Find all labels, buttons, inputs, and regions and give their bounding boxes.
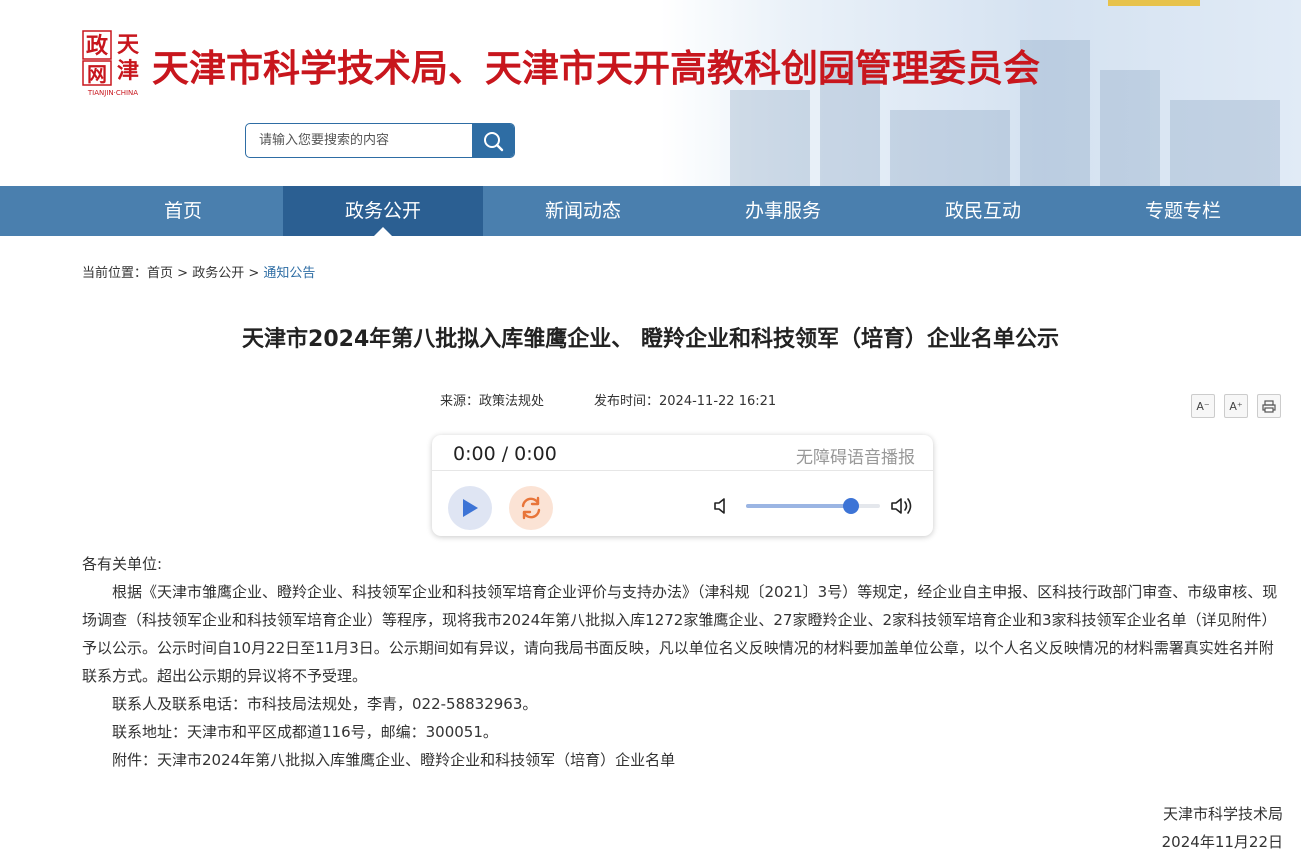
site-header: 政 网 天 津 TIANJIN·CHINA 天津市科学技术局、天津市天开高教科创… (0, 0, 1301, 186)
volume-slider-thumb[interactable] (842, 498, 859, 514)
search-button[interactable] (472, 124, 514, 157)
article-tools: A⁻ A⁺ (1191, 394, 1281, 418)
breadcrumb-prefix: 当前位置： (82, 266, 148, 281)
volume-low-icon[interactable] (713, 497, 731, 515)
accessibility-audio-label: 无障碍语音播报 (796, 448, 915, 468)
print-icon (1262, 399, 1276, 413)
breadcrumb: 当前位置：首页 > 政务公开 > 通知公告 (82, 262, 315, 281)
nav-item-news[interactable]: 新闻动态 (483, 186, 683, 236)
signature-date: 2024年11月22日 (1161, 833, 1283, 851)
volume-slider[interactable] (746, 498, 880, 514)
svg-text:天: 天 (117, 32, 140, 58)
article-contact: 联系人及联系电话：市科技局法规处，李青，022-58832963。 (112, 695, 538, 713)
audio-player: 0:00 / 0:00 无障碍语音播报 (432, 435, 933, 536)
nav-item-services[interactable]: 办事服务 (683, 186, 883, 236)
breadcrumb-notices[interactable]: 通知公告 (263, 266, 315, 281)
font-decrease-button[interactable]: A⁻ (1191, 394, 1215, 418)
svg-text:网: 网 (87, 62, 107, 86)
article-title-text: 天津市2024年第八批拟入库雏鹰企业、 瞪羚企业和科技领军（培育）企业名单公示 (242, 327, 1059, 352)
main-nav: 首页 政务公开 新闻动态 办事服务 政民互动 专题专栏 (0, 186, 1301, 236)
loop-icon (521, 496, 541, 520)
nav-item-special-topics[interactable]: 专题专栏 (1083, 186, 1283, 236)
nav-item-interaction[interactable]: 政民互动 (883, 186, 1083, 236)
loop-button[interactable] (509, 486, 553, 530)
svg-text:政: 政 (86, 33, 109, 59)
article-salutation: 各有关单位: (82, 555, 163, 573)
article-title: 天津市2024年第八批拟入库雏鹰企业、 瞪羚企业和科技领军（培育）企业名单公示 (0, 321, 1301, 353)
article-signature: 天津市科学技术局 2024年11月22日 (1162, 800, 1283, 853)
svg-text:TIANJIN·CHINA: TIANJIN·CHINA (87, 89, 138, 97)
play-icon (463, 499, 478, 517)
article-paragraph: 根据《天津市雏鹰企业、瞪羚企业、科技领军企业和科技领军培育企业评价与支持办法》（… (82, 583, 1278, 685)
search-box (245, 123, 515, 158)
article-body: 各有关单位: 根据《天津市雏鹰企业、瞪羚企业、科技领军企业和科技领军培育企业评价… (82, 550, 1286, 774)
site-title: 天津市科学技术局、天津市天开高教科创园管理委员会 (152, 46, 1040, 90)
print-button[interactable] (1257, 394, 1281, 418)
search-icon (484, 131, 504, 151)
player-time: 0:00 / 0:00 (453, 443, 557, 465)
font-increase-button[interactable]: A⁺ (1224, 394, 1248, 418)
breadcrumb-separator: > (177, 266, 189, 281)
breadcrumb-separator: > (248, 266, 260, 281)
play-button[interactable] (448, 486, 492, 530)
nav-item-government-affairs[interactable]: 政务公开 (283, 186, 483, 236)
article-publish-time: 发布时间：2024-11-22 16:21 (594, 394, 777, 409)
player-header: 0:00 / 0:00 无障碍语音播报 (432, 435, 933, 471)
article-source: 来源：政策法规处 (440, 394, 545, 409)
volume-slider-fill (746, 504, 851, 508)
site-logo[interactable]: 政 网 天 津 TIANJIN·CHINA (82, 30, 144, 98)
article-meta: 来源：政策法规处 发布时间：2024-11-22 16:21 (440, 390, 776, 409)
nav-item-home[interactable]: 首页 (83, 186, 283, 236)
article-address: 联系地址：天津市和平区成都道116号，邮编：300051。 (112, 723, 498, 741)
breadcrumb-government-affairs[interactable]: 政务公开 (192, 266, 244, 281)
search-input[interactable] (246, 124, 473, 157)
breadcrumb-home[interactable]: 首页 (147, 266, 173, 281)
volume-high-icon[interactable] (890, 496, 916, 516)
banner-image (660, 0, 1301, 186)
svg-text:津: 津 (117, 58, 139, 84)
article-attachment[interactable]: 附件：天津市2024年第八批拟入库雏鹰企业、瞪羚企业和科技领军（培育）企业名单 (82, 746, 1286, 774)
signature-org: 天津市科学技术局 (1162, 805, 1283, 823)
